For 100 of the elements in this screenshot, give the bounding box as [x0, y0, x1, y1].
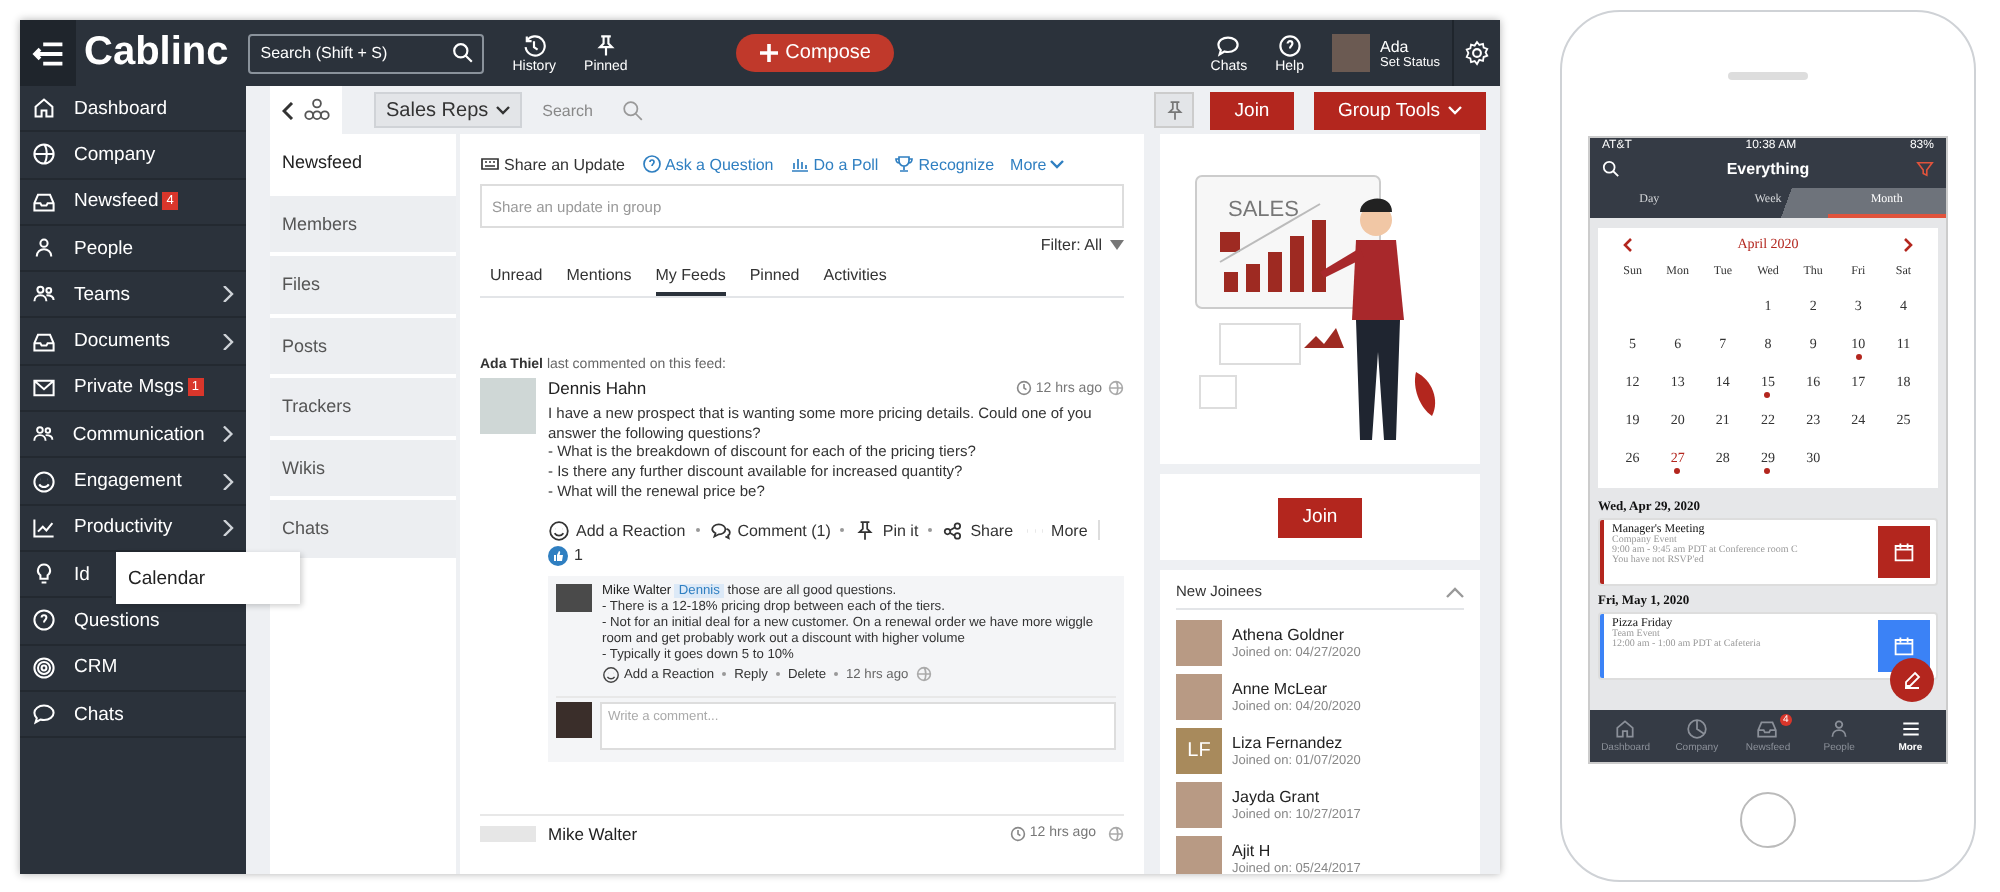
group-nav-item[interactable]: Files	[270, 256, 456, 317]
sidebar-item[interactable]: Teams	[20, 272, 246, 319]
group-nav-item[interactable]: Posts	[270, 317, 456, 378]
author-name[interactable]: Dennis Hahn	[548, 378, 647, 398]
feed-tab[interactable]: My Feeds	[655, 258, 726, 296]
bar-chart-icon	[789, 154, 810, 174]
pin-button[interactable]	[1154, 92, 1194, 128]
keyboard-icon	[480, 154, 500, 174]
sidebar-item[interactable]: Documents	[20, 318, 246, 366]
sidebar-item[interactable]: Dashboard	[20, 86, 246, 133]
sidebar-item[interactable]: Communication	[20, 412, 246, 459]
target-icon	[32, 655, 56, 680]
clock-icon	[1015, 380, 1032, 396]
more-dropdown[interactable]: More	[1010, 155, 1065, 173]
chevron-right-icon	[222, 473, 234, 490]
chevron-right-icon	[222, 286, 234, 303]
photo-placeholder	[556, 701, 592, 738]
group-nav-item[interactable]: Chats	[270, 500, 456, 561]
sidebar-item[interactable]: Productivity	[20, 505, 246, 552]
org-chart-icon[interactable]	[304, 98, 330, 122]
group-nav-item[interactable]: Trackers	[270, 378, 456, 439]
person-icon	[32, 236, 56, 261]
post-action[interactable]: Pin it	[854, 519, 919, 542]
settings-icon	[1464, 40, 1490, 66]
feed-tab[interactable]: Pinned	[749, 258, 800, 296]
speech-bubble-icon	[1216, 33, 1241, 57]
group-nav-item[interactable]: Wikis	[270, 439, 456, 500]
photo-placeholder	[556, 583, 592, 612]
member-name[interactable]: Jayda Grant	[1232, 788, 1361, 806]
post-action[interactable]: More	[1023, 519, 1088, 542]
sidebar-item[interactable]: Engagement	[20, 458, 246, 506]
line-chart-icon	[32, 515, 56, 540]
plus-icon	[759, 44, 778, 62]
sidebar-item[interactable]: CRM	[20, 645, 246, 692]
photo-placeholder	[1176, 674, 1222, 720]
speaker-slot	[1728, 72, 1808, 80]
search-icon	[452, 42, 475, 64]
group-dropdown[interactable]: Sales Reps	[374, 92, 523, 128]
like-count[interactable]: 1	[548, 545, 583, 566]
filter-icon[interactable]	[1916, 160, 1934, 178]
sidebar-item[interactable]: Company	[20, 132, 246, 180]
chevron-up-icon[interactable]	[1446, 585, 1464, 597]
question-icon	[641, 154, 661, 174]
inbox-icon	[32, 329, 56, 354]
member-name[interactable]: Ajit H	[1232, 842, 1361, 860]
calendar-icon	[1878, 526, 1930, 578]
feed-tab[interactable]: Activities	[823, 258, 887, 296]
group-nav-item[interactable]: Members	[270, 195, 456, 256]
feed-tab[interactable]: Unread	[490, 258, 543, 296]
chart-title: SALES	[1228, 197, 1299, 221]
photo-placeholder	[480, 378, 536, 434]
chevron-left-icon[interactable]	[1622, 237, 1632, 251]
pin-icon	[593, 33, 618, 57]
sidebar-item[interactable]: Id	[20, 551, 112, 599]
screen-title: Everything	[1726, 160, 1810, 178]
composer-tab[interactable]: Recognize	[894, 154, 995, 174]
member-name[interactable]: Anne McLear	[1232, 680, 1361, 698]
edit-button[interactable]	[1890, 658, 1934, 702]
member-name[interactable]: Athena Goldner	[1232, 626, 1361, 644]
inbox-icon	[1756, 718, 1779, 740]
caret-icon	[1110, 240, 1124, 250]
photo-placeholder	[1176, 620, 1222, 666]
post-action[interactable]: Share	[942, 519, 1014, 542]
chevron-left-icon[interactable]	[282, 101, 294, 119]
post-action[interactable]: Comment (1)	[709, 519, 831, 542]
flyout-menu[interactable]: Calendar	[116, 552, 300, 604]
sidebar-item[interactable]: Questions	[20, 598, 246, 646]
photo-placeholder	[480, 825, 536, 842]
author-name[interactable]: Mike Walter	[548, 823, 638, 844]
join-button[interactable]: Join	[1210, 91, 1294, 129]
feed-tab[interactable]: Mentions	[566, 258, 632, 296]
sidebar-item[interactable]: People	[20, 225, 246, 273]
pencil-icon	[1902, 670, 1922, 690]
question-icon	[32, 608, 56, 633]
composer-tab[interactable]: Ask a Question	[641, 154, 774, 174]
lightbulb-icon	[32, 562, 56, 587]
search-field[interactable]: Search (Shift + S)	[248, 33, 485, 73]
composer-tab[interactable]: Share an Update	[480, 154, 625, 174]
member-name[interactable]: Liza Fernandez	[1232, 734, 1361, 752]
envelope-icon	[32, 375, 56, 400]
group-tools-button[interactable]: Group Tools	[1314, 91, 1486, 129]
post-action[interactable]: Add a Reaction	[548, 519, 686, 542]
group-search-field[interactable]: Search	[542, 101, 615, 119]
chevron-right-icon	[222, 519, 234, 536]
menu-icon	[1899, 718, 1922, 740]
chevron-right-icon[interactable]	[1904, 237, 1914, 251]
compose-button[interactable]: Compose	[735, 34, 895, 72]
search-icon[interactable]	[1602, 160, 1620, 178]
photo-placeholder	[1176, 782, 1222, 828]
app-logo: Cablinc	[84, 30, 229, 76]
speech-bubbles-icon	[709, 519, 732, 542]
trophy-icon	[894, 154, 915, 174]
join-button[interactable]: Join	[1278, 497, 1362, 537]
avatar	[1332, 34, 1370, 72]
composer-tab[interactable]: Do a Poll	[789, 154, 879, 174]
filter-dropdown[interactable]: Filter: All	[1040, 236, 1124, 254]
menu-button[interactable]	[20, 20, 76, 86]
pin-icon	[1163, 99, 1185, 121]
sidebar-item[interactable]: Chats	[20, 691, 246, 739]
photo-placeholder	[1176, 836, 1222, 874]
